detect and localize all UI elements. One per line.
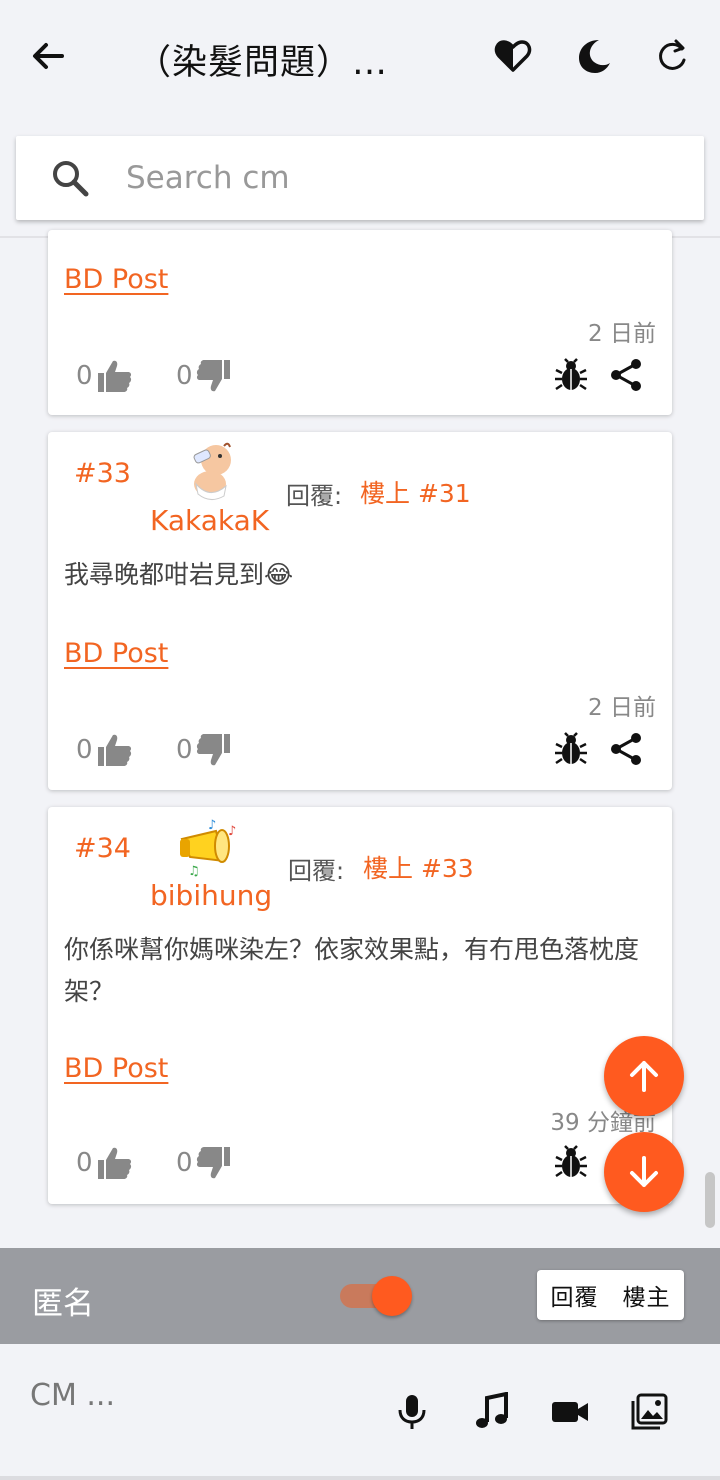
arrow-up-icon bbox=[630, 1061, 658, 1092]
post-card: #33 KakakaK 回覆: 樓上 #31 我尋晚都咁岩見到😂 BD Post… bbox=[48, 432, 672, 790]
post-body: 我尋晚都咁岩見到😂 bbox=[64, 560, 294, 589]
post-number: #33 bbox=[74, 458, 131, 489]
thumbs-down-icon bbox=[196, 734, 230, 766]
heart-half-icon[interactable] bbox=[493, 36, 533, 76]
music-note-icon[interactable] bbox=[472, 1392, 512, 1432]
image-gallery-icon[interactable] bbox=[629, 1392, 669, 1432]
arrow-down-icon bbox=[630, 1156, 658, 1187]
anonymous-label: 匿名 bbox=[32, 1286, 94, 1322]
message-input[interactable] bbox=[30, 1378, 370, 1428]
anonymous-toggle[interactable] bbox=[340, 1276, 412, 1316]
bd-post-link[interactable]: BD Post bbox=[64, 638, 168, 669]
reply-op-button[interactable]: 回覆 樓主 bbox=[537, 1270, 684, 1320]
video-camera-icon[interactable] bbox=[550, 1392, 590, 1432]
thumbs-down-icon bbox=[196, 360, 230, 392]
thumbs-up-icon bbox=[97, 734, 131, 766]
bd-post-link[interactable]: BD Post bbox=[64, 1053, 168, 1084]
reply-target-link[interactable]: 樓上 #33 bbox=[363, 849, 474, 885]
search-area bbox=[0, 112, 720, 238]
username[interactable]: bibihung bbox=[150, 879, 272, 912]
reply-target-link[interactable]: 樓上 #31 bbox=[360, 474, 471, 510]
top-app-bar: （染髮問題）… bbox=[0, 0, 720, 112]
dislike-count: 0 bbox=[176, 735, 193, 765]
bug-report-icon[interactable] bbox=[554, 1145, 588, 1179]
microphone-icon[interactable] bbox=[392, 1392, 432, 1432]
post-body: 你係咪幫你媽咪染左？依家效果點，有冇甩色落枕度架？ bbox=[64, 935, 640, 1006]
composer bbox=[0, 1344, 720, 1480]
like-button[interactable]: 0 bbox=[76, 732, 133, 768]
username[interactable]: KakakaK bbox=[150, 504, 269, 537]
post-time: 2 日前 bbox=[588, 695, 656, 721]
reply-label: 回覆: bbox=[288, 857, 345, 885]
svg-text:♪: ♪ bbox=[208, 818, 216, 833]
dislike-button[interactable]: 0 bbox=[176, 1145, 233, 1181]
scroll-top-button[interactable] bbox=[604, 1036, 684, 1116]
bd-post-link[interactable]: BD Post bbox=[64, 264, 168, 295]
dislike-count: 0 bbox=[176, 361, 193, 391]
like-button[interactable]: 0 bbox=[76, 1145, 133, 1181]
scrollbar-thumb[interactable] bbox=[705, 1172, 715, 1228]
arrow-left-icon[interactable] bbox=[26, 36, 70, 76]
page-title: （染髮問題）… bbox=[136, 43, 389, 83]
svg-text:♫: ♫ bbox=[188, 864, 200, 879]
post-time: 2 日前 bbox=[588, 321, 656, 347]
post-card: #34 ♪ ♪ ♫ bibihung 回覆: 樓上 #33 你係咪幫你媽咪染左？… bbox=[48, 807, 672, 1204]
dislike-button[interactable]: 0 bbox=[176, 732, 233, 768]
like-count: 0 bbox=[76, 735, 93, 765]
post-number: #34 bbox=[74, 833, 131, 864]
share-icon[interactable] bbox=[609, 358, 643, 392]
thumbs-down-icon bbox=[196, 1147, 230, 1179]
anonymous-bar: 匿名 回覆 樓主 bbox=[0, 1248, 720, 1344]
dislike-count: 0 bbox=[176, 1148, 193, 1178]
baby-avatar-icon bbox=[193, 442, 231, 500]
bug-report-icon[interactable] bbox=[554, 358, 588, 392]
thumbs-up-icon bbox=[97, 1147, 131, 1179]
share-icon[interactable] bbox=[609, 732, 643, 766]
moon-icon[interactable] bbox=[573, 36, 613, 76]
bottom-divider bbox=[0, 1476, 720, 1480]
search-input[interactable] bbox=[126, 152, 666, 204]
search-icon bbox=[53, 161, 89, 197]
like-count: 0 bbox=[76, 1148, 93, 1178]
toggle-knob bbox=[372, 1276, 412, 1316]
bug-report-icon[interactable] bbox=[554, 732, 588, 766]
scroll-bottom-button[interactable] bbox=[604, 1132, 684, 1212]
like-button[interactable]: 0 bbox=[76, 358, 133, 394]
like-count: 0 bbox=[76, 361, 93, 391]
post-card: BD Post 2 日前 0 0 bbox=[48, 230, 672, 415]
search-box bbox=[16, 136, 704, 220]
megaphone-avatar-icon: ♪ ♪ ♫ bbox=[180, 818, 236, 879]
refresh-icon[interactable] bbox=[652, 36, 692, 76]
reply-label: 回覆: bbox=[286, 482, 343, 510]
dislike-button[interactable]: 0 bbox=[176, 358, 233, 394]
svg-text:♪: ♪ bbox=[228, 824, 236, 839]
thumbs-up-icon bbox=[97, 360, 131, 392]
